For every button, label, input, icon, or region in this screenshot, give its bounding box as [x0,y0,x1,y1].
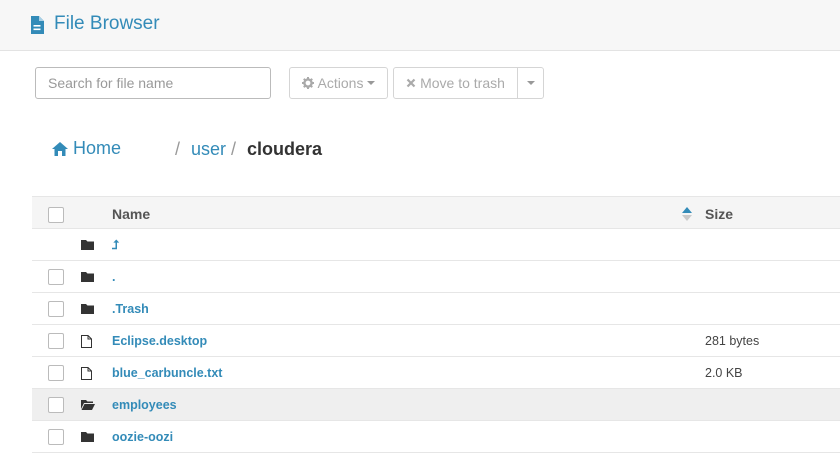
folder-open-icon [81,400,95,410]
file-table: Name Size ⮥ . .Trash Eclipse.desktop 281… [32,196,840,453]
file-name[interactable]: . [112,270,115,284]
chevron-down-icon [367,81,376,85]
actions-label: Actions [317,75,364,91]
table-row[interactable]: oozie-oozi [32,421,840,453]
row-checkbox[interactable] [48,397,64,413]
column-size-header[interactable]: Size [705,206,733,222]
row-checkbox[interactable] [48,365,64,381]
breadcrumb-home-label: Home [73,138,122,158]
file-name[interactable]: employees [112,398,177,412]
file-icon [81,367,92,380]
trash-dropdown-button[interactable] [517,67,544,99]
row-checkbox[interactable] [48,333,64,349]
file-name[interactable]: blue_carbuncle.txt [112,366,222,380]
file-icon [81,335,92,348]
row-checkbox[interactable] [48,429,64,445]
sort-asc-icon[interactable] [682,207,692,221]
move-to-trash-button[interactable]: Move to trash [393,67,518,99]
file-name[interactable]: oozie-oozi [112,430,173,444]
breadcrumb-separator: / [175,139,181,159]
actions-button[interactable]: Actions [289,67,388,99]
table-row[interactable]: Eclipse.desktop 281 bytes [32,325,840,357]
breadcrumb-home[interactable]: Home [52,138,121,159]
breadcrumb-separator: / [231,139,237,159]
row-checkbox[interactable] [48,301,64,317]
table-row[interactable]: employees [32,389,840,421]
file-name[interactable]: .Trash [112,302,149,316]
table-row[interactable]: .Trash [32,293,840,325]
trash-label: Move to trash [420,75,505,91]
select-all-checkbox[interactable] [48,207,64,223]
table-row[interactable]: ⮥ [32,229,840,261]
folder-icon [81,304,94,314]
column-name-header[interactable]: Name [112,206,150,222]
folder-icon [81,272,94,282]
file-name[interactable]: Eclipse.desktop [112,334,207,348]
search-input[interactable] [35,67,271,99]
parent-directory-link[interactable]: ⮥ [112,238,119,253]
folder-icon [81,240,94,250]
breadcrumb-user[interactable]: user [191,139,226,160]
document-icon [31,16,44,34]
row-checkbox[interactable] [48,269,64,285]
folder-icon [81,432,94,442]
gear-icon [301,77,314,89]
breadcrumb-current: cloudera [247,139,323,159]
app-header: File Browser [0,0,840,51]
file-size: 281 bytes [705,334,760,348]
close-icon [406,78,416,88]
page-title: File Browser [54,13,160,34]
table-row[interactable]: blue_carbuncle.txt 2.0 KB [32,357,840,389]
file-size: 2.0 KB [705,366,743,380]
home-icon [52,141,68,156]
table-header: Name Size [32,196,840,229]
table-row[interactable]: . [32,261,840,293]
chevron-down-icon [526,81,535,85]
